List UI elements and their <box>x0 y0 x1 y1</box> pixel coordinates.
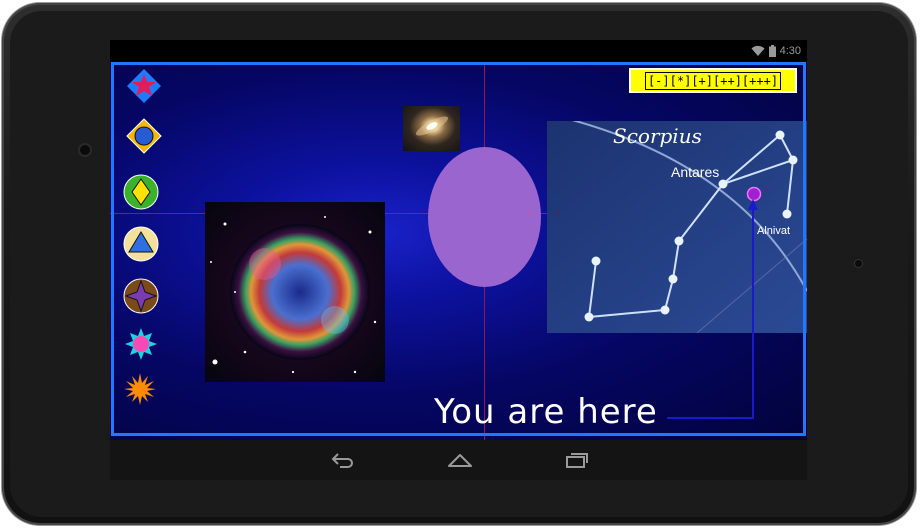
home-icon[interactable] <box>447 450 473 470</box>
screen: 4:30 [-] [*] [+] [++] [+++] Scorpius Ant… <box>110 40 807 480</box>
wifi-icon <box>751 45 765 56</box>
status-time: 4:30 <box>779 45 801 57</box>
status-bar: 4:30 <box>110 40 807 62</box>
front-camera <box>80 145 90 155</box>
recent-apps-icon[interactable] <box>564 450 590 470</box>
proximity-sensor <box>855 260 862 267</box>
back-icon[interactable] <box>330 450 356 470</box>
app-frame-border <box>111 62 806 436</box>
battery-icon <box>768 45 776 57</box>
status-cluster: 4:30 <box>751 44 801 58</box>
system-nav-bar <box>110 440 807 480</box>
